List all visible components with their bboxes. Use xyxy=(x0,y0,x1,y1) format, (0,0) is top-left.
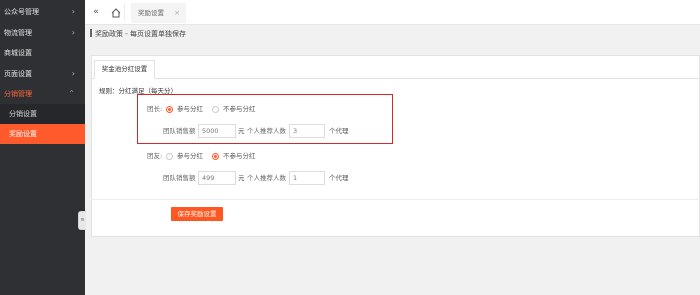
leader-recommend-label: 个人推荐人数 xyxy=(247,127,286,135)
leader-label: 团长: xyxy=(147,105,163,113)
leader-not-join-radio[interactable] xyxy=(212,105,219,113)
chevron-right-icon: › xyxy=(71,69,75,78)
leader-sales-unit: 元 xyxy=(238,127,245,135)
sidebar-item-wechat[interactable]: 公众号管理 › xyxy=(0,2,85,22)
close-icon[interactable]: × xyxy=(174,3,180,23)
leader-not-join-label[interactable]: 不参与分红 xyxy=(223,102,256,116)
team-recommend-input[interactable]: 1 xyxy=(289,171,325,185)
team-recommend-label: 个人推荐人数 xyxy=(247,174,286,182)
sidebar-item-label: 公众号管理 xyxy=(4,8,39,16)
sidebar-item-label: 奖励设置 xyxy=(9,130,37,138)
save-button[interactable]: 保存奖励设置 xyxy=(171,207,223,221)
home-icon[interactable] xyxy=(107,4,125,21)
team-not-join-radio[interactable] xyxy=(212,152,219,160)
tab-reward-settings[interactable]: 奖励设置 × xyxy=(131,3,186,23)
sidebar-item-logistics[interactable]: 物流管理 › xyxy=(0,23,85,43)
sidebar-subitem-distribution-settings[interactable]: 分销设置 xyxy=(0,104,85,124)
chevron-right-icon: › xyxy=(71,28,75,37)
breadcrumb-text: 奖励政策 - 每页设置单独保存 xyxy=(95,30,186,38)
leader-radio-row: 团长: 参与分红 不参与分红 xyxy=(147,102,387,116)
tab-label: 奖励设置 xyxy=(138,9,164,17)
sidebar-item-mall[interactable]: 商城设置 xyxy=(0,43,85,63)
chevron-right-icon: › xyxy=(71,7,75,16)
leader-recommend-unit: 个代理 xyxy=(329,127,349,135)
breadcrumb-marker xyxy=(90,29,92,37)
team-join-label[interactable]: 参与分红 xyxy=(177,149,203,163)
team-threshold-row: 团队销售额 499 元 个人推荐人数 1 个代理 xyxy=(163,171,388,185)
chevron-up-icon: ⌃ xyxy=(68,89,75,98)
sidebar-toggle-handle[interactable]: ≡ xyxy=(78,211,86,230)
team-not-join-label[interactable]: 不参与分红 xyxy=(223,149,256,163)
collapse-icon[interactable]: « xyxy=(88,5,104,19)
team-recommend-unit: 个代理 xyxy=(329,174,349,182)
breadcrumb: 奖励政策 - 每页设置单独保存 xyxy=(90,29,186,40)
team-sales-label: 团队销售额 xyxy=(163,174,196,182)
leader-sales-label: 团队销售额 xyxy=(163,127,196,135)
leader-sales-input[interactable]: 5000 xyxy=(198,124,236,138)
sidebar-item-distribution[interactable]: 分销管理 ⌃ xyxy=(0,84,85,104)
top-tab-bar: « 奖励设置 × xyxy=(85,0,700,25)
leader-join-label[interactable]: 参与分红 xyxy=(177,102,203,116)
sidebar-subitem-reward-settings[interactable]: 奖励设置 xyxy=(0,124,85,144)
team-radio-row: 团友: 参与分红 不参与分红 xyxy=(147,149,387,163)
leader-join-radio[interactable] xyxy=(166,105,173,113)
sidebar-item-label: 商城设置 xyxy=(4,49,32,57)
sidebar-item-label: 分销设置 xyxy=(9,110,37,118)
team-join-radio[interactable] xyxy=(166,152,173,160)
sidebar-item-page[interactable]: 页面设置 › xyxy=(0,64,85,84)
sidebar-item-label: 物流管理 xyxy=(4,29,32,37)
team-label: 团友: xyxy=(147,152,163,160)
team-sales-unit: 元 xyxy=(238,174,245,182)
leader-threshold-row: 团队销售额 5000 元 个人推荐人数 3 个代理 xyxy=(163,124,388,138)
sidebar-item-label: 分销管理 xyxy=(4,90,32,98)
tab-bonus-pool[interactable]: 奖金池分红设置 xyxy=(94,60,155,79)
form-divider xyxy=(91,199,700,200)
sidebar-item-label: 页面设置 xyxy=(4,70,32,78)
tab-divider xyxy=(92,78,699,79)
sidebar: 公众号管理 › 物流管理 › 商城设置 页面设置 › 分销管理 ⌃ 分销设置 奖… xyxy=(0,0,85,295)
team-sales-input[interactable]: 499 xyxy=(198,171,236,185)
leader-recommend-input[interactable]: 3 xyxy=(289,124,325,138)
rule-text: 规则：分红满足（每天分） xyxy=(99,87,177,95)
